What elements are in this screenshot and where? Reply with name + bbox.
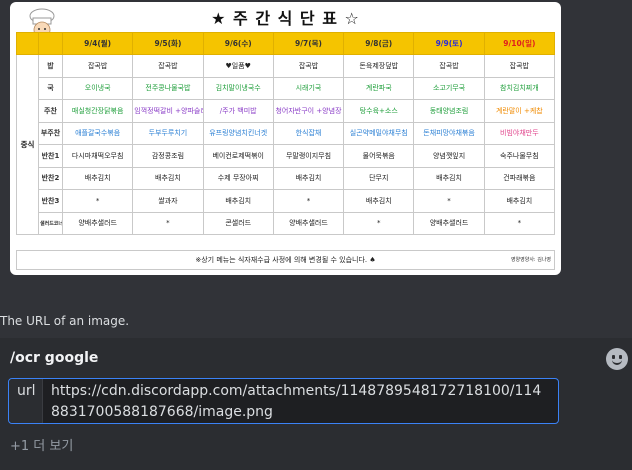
option-description: The URL of an image. <box>0 314 130 328</box>
header-blank <box>38 32 63 55</box>
menu-cell: * <box>343 211 415 235</box>
menu-cell: 잡곡밥 <box>61 54 134 78</box>
day-header: 9/7(목) <box>272 32 345 55</box>
url-option-input[interactable]: url https://cdn.discordapp.com/attachmen… <box>8 378 559 424</box>
menu-cell: 배추김치 <box>61 166 134 190</box>
menu-cell: 양념깻잎지 <box>413 144 485 168</box>
day-header: 9/6(수) <box>202 32 274 55</box>
menu-title: ★ 주 간 식 단 표 ☆ <box>211 9 360 28</box>
menu-category-label: 반찬2 <box>38 166 63 190</box>
menu-cell: 배추김치 <box>132 166 204 190</box>
day-header: 9/4(월) <box>61 32 134 55</box>
menu-cell: 유프링양념치킨너겟 <box>202 121 274 145</box>
menu-cell: 건파래볶음 <box>483 166 556 190</box>
menu-category-label: 반찬3 <box>38 189 63 213</box>
menu-cell: 소고기무국 <box>413 76 485 100</box>
menu-cell: 감정콩조림 <box>132 144 204 168</box>
menu-category-label: 부주찬 <box>38 121 63 145</box>
menu-cell: 쌀과자 <box>132 189 204 213</box>
menu-cell: 무말랭이지무침 <box>272 144 345 168</box>
menu-header-row: 9/4(월) 9/5(화) 9/6(수) 9/7(목) 9/8(금) 9/9(토… <box>16 32 556 55</box>
attached-menu-image[interactable]: ★ 주 간 식 단 표 ☆ 9/4(월) 9/5(화) 9/6(수) 9/7(목… <box>10 2 561 275</box>
menu-cell: /주가 백미밥 <box>202 99 274 123</box>
menu-row: 주찬매실청간장닭볶음임꺽정떡갈비 +양파슬라이스/주가 백미밥청어자반구이 +양… <box>17 99 556 123</box>
menu-cell: 배추김치 <box>413 166 485 190</box>
menu-category-label: 밥 <box>38 54 63 78</box>
menu-cell: 두부두루치기 <box>132 121 204 145</box>
menu-cell: 동태양념조림 <box>413 99 485 123</box>
menu-category-label: 국 <box>38 76 63 100</box>
menu-cell: 수제 무장아찌 <box>202 166 274 190</box>
menu-cell: * <box>413 189 485 213</box>
menu-row: 반찬1 다시마채떡오무침 감정콩조림 베이컨로제떡볶이 무말랭이지무침 물어묵볶음 양념깻잎… <box>17 144 556 168</box>
menu-cell: 시래기국 <box>272 76 345 100</box>
day-header: 9/5(화) <box>132 32 204 55</box>
menu-row: 반찬2 배추김치 배추김치 수제 무장아찌 배추김치 단무지 배추김치 건파래볶음 <box>17 166 556 190</box>
menu-cell: 임꺽정떡갈비 +양파슬라이스 <box>132 99 204 123</box>
menu-cell: * <box>132 211 204 235</box>
menu-cell: * <box>483 211 556 235</box>
menu-row: 부주찬 애플갈국수볶음 두부두루치기 유프링양념치킨너겟 한식잡채 실곤약메밀야채무침 돈채… <box>17 121 556 145</box>
weekly-menu-table: 9/4(월) 9/5(화) 9/6(수) 9/7(목) 9/8(금) 9/9(토… <box>16 32 556 235</box>
menu-cell: 실곤약메밀야채무침 <box>343 121 415 145</box>
menu-category-label: 샐러드코너 <box>38 211 63 235</box>
menu-cell: 콘샐러드 <box>202 211 274 235</box>
menu-cell: 한식잡채 <box>272 121 345 145</box>
menu-row: 국 오이냉국 전주콩나물국밥 김치말이냉국수 시래기국 계란파국 소고기무국 참치김치찌개 <box>17 76 556 100</box>
menu-cell: 계란파국 <box>343 76 415 100</box>
url-option-label: url <box>9 379 43 423</box>
menu-cell: 물어묵볶음 <box>343 144 415 168</box>
day-header: 9/8(금) <box>343 32 415 55</box>
menu-row: 반찬3 * 쌀과자 배추김치 * 배추김치 * 배추김치 <box>17 189 556 213</box>
menu-cell: 김치말이냉국수 <box>202 76 274 100</box>
menu-cell: 숙주나물무침 <box>483 144 556 168</box>
menu-cell: 양배추샐러드 <box>413 211 485 235</box>
more-options-button[interactable]: +1 더 보기 <box>10 435 73 454</box>
menu-cell: * <box>61 189 134 213</box>
menu-cell: 다시마채떡오무침 <box>61 144 134 168</box>
smiley-emoji-icon[interactable] <box>606 348 628 370</box>
menu-cell: 베이컨로제떡볶이 <box>202 144 274 168</box>
menu-cell: 돈육제장덮밥 <box>343 54 415 78</box>
menu-cell: 돈채피망야채볶음 <box>413 121 485 145</box>
menu-cell: 계란말이 +케찹 <box>483 99 556 123</box>
meal-group-label: 중식 <box>16 54 39 235</box>
menu-row: 중식 밥 잡곡밥 잡곡밥 ♥일품♥ 잡곡밥 돈육제장덮밥 잡곡밥 잡곡밥 <box>16 54 556 235</box>
menu-cell: 전주콩나물국밥 <box>132 76 204 100</box>
menu-cell: * <box>272 189 345 213</box>
menu-cell: 배추김치 <box>272 166 345 190</box>
menu-cell: 매실청간장닭볶음 <box>61 99 134 123</box>
menu-cell: 참치김치찌개 <box>483 76 556 100</box>
command-title: /ocr google <box>10 350 99 366</box>
menu-category-label: 반찬1 <box>38 144 63 168</box>
menu-footer-note: ※상기 메뉴는 식자재수급 사정에 의해 변경될 수 있습니다. ♠ <box>16 250 555 270</box>
day-header-saturday: 9/9(토) <box>413 32 485 55</box>
menu-cell: 애플갈국수볶음 <box>61 121 134 145</box>
menu-cell: 잡곡밥 <box>413 54 485 78</box>
menu-cell: 양배추샐러드 <box>272 211 345 235</box>
menu-cell: 배추김치 <box>483 189 556 213</box>
url-option-value[interactable]: https://cdn.discordapp.com/attachments/1… <box>43 379 558 423</box>
header-blank <box>16 32 39 55</box>
menu-cell: 배추김치 <box>202 189 274 213</box>
menu-cell: 잡곡밥 <box>483 54 556 78</box>
menu-cell: 배추김치 <box>343 189 415 213</box>
menu-row: 샐러드코너 양배추샐러드 * 콘샐러드 양배추샐러드 * 양배추샐러드 * <box>17 211 556 235</box>
menu-cell: 잡곡밥 <box>272 54 345 78</box>
menu-category-label: 주찬 <box>38 99 63 123</box>
menu-cell: ♥일품♥ <box>202 54 274 78</box>
menu-author: 영양영양사: 김나영 <box>510 257 551 263</box>
menu-cell: 잡곡밥 <box>132 54 204 78</box>
menu-cell: 탕수육+소스 <box>343 99 415 123</box>
discord-window: ★ 주 간 식 단 표 ☆ 9/4(월) 9/5(화) 9/6(수) 9/7(목… <box>0 0 632 470</box>
slash-command-panel: /ocr google url https://cdn.discordapp.c… <box>0 338 632 470</box>
menu-cell: 청어자반구이 +양념장 <box>272 99 345 123</box>
day-header-sunday: 9/10(일) <box>483 32 556 55</box>
menu-cell: 단무지 <box>343 166 415 190</box>
menu-cell: 오이냉국 <box>61 76 134 100</box>
menu-cell: 양배추샐러드 <box>61 211 134 235</box>
menu-cell: 비빔야채만두 <box>483 121 556 145</box>
